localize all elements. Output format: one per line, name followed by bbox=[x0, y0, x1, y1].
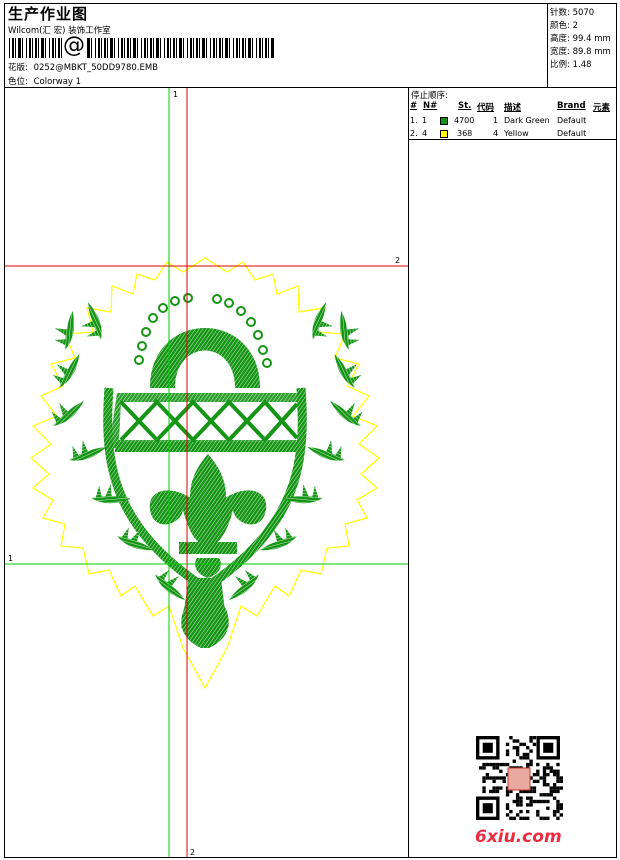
col-element: 元素 bbox=[593, 103, 611, 113]
col-brand: Brand bbox=[557, 101, 586, 111]
production-sheet: 生产作业图 Wilcom(汇 宏) 装饰工作室 @ 花版: 0252@MBKT_… bbox=[4, 3, 617, 858]
swatch-dark-green bbox=[440, 117, 448, 125]
barcode bbox=[9, 38, 274, 58]
watermark: 6xiu.com bbox=[475, 827, 562, 847]
col-code: 代码 bbox=[477, 103, 495, 113]
design-label: 花版: bbox=[8, 63, 28, 73]
bottom-spray bbox=[181, 578, 229, 648]
guide-label-v-red: 2 bbox=[190, 848, 195, 857]
header-panel: 生产作业图 Wilcom(汇 宏) 装饰工作室 @ 花版: 0252@MBKT_… bbox=[5, 4, 548, 88]
qr-code[interactable] bbox=[476, 736, 566, 820]
guide-label-v-green: 1 bbox=[173, 90, 178, 99]
guide-label-h-red: 2 bbox=[395, 256, 400, 265]
embroidery-drawing: 1 2 2 1 bbox=[5, 88, 408, 857]
colorway-value: Colorway 1 bbox=[33, 77, 82, 87]
sheet-title: 生产作业图 bbox=[8, 5, 89, 23]
design-height: 高度: 99.4 mm bbox=[550, 34, 611, 44]
barcode-at-glyph: @ bbox=[62, 33, 86, 58]
color-count: 颜色: 2 bbox=[550, 21, 578, 31]
design-scale: 比例: 1.48 bbox=[550, 60, 592, 70]
design-preview: 1 2 2 1 bbox=[5, 88, 409, 857]
swatch-yellow bbox=[440, 130, 448, 138]
guide-label-h-green: 1 bbox=[8, 554, 13, 563]
company-name: Wilcom(汇 宏) 装饰工作室 bbox=[8, 26, 111, 36]
col-seq: # bbox=[410, 101, 418, 111]
stats-panel: 针数: 5070 颜色: 2 高度: 99.4 mm 宽度: 89.8 mm 比… bbox=[548, 4, 616, 88]
col-description: 描述 bbox=[504, 103, 522, 113]
colorway-label: 色位: bbox=[8, 77, 28, 87]
stop-sequence-panel: 停止顺序: # N# St. 代码 描述 Brand 元素 1. 1 4700 … bbox=[409, 88, 616, 140]
design-file-row: 花版: 0252@MBKT_50DD9780.EMB bbox=[8, 61, 158, 73]
crown-dome bbox=[134, 293, 272, 388]
colorway-row: 色位: Colorway 1 bbox=[8, 75, 81, 87]
col-needle: N# bbox=[423, 101, 438, 111]
stitch-count: 针数: 5070 bbox=[550, 8, 595, 18]
design-filename: 0252@MBKT_50DD9780.EMB bbox=[33, 63, 159, 73]
design-width: 宽度: 89.8 mm bbox=[550, 47, 611, 57]
stop-sequence-heading: 停止顺序: bbox=[411, 91, 448, 101]
col-stitches: St. bbox=[458, 101, 472, 111]
